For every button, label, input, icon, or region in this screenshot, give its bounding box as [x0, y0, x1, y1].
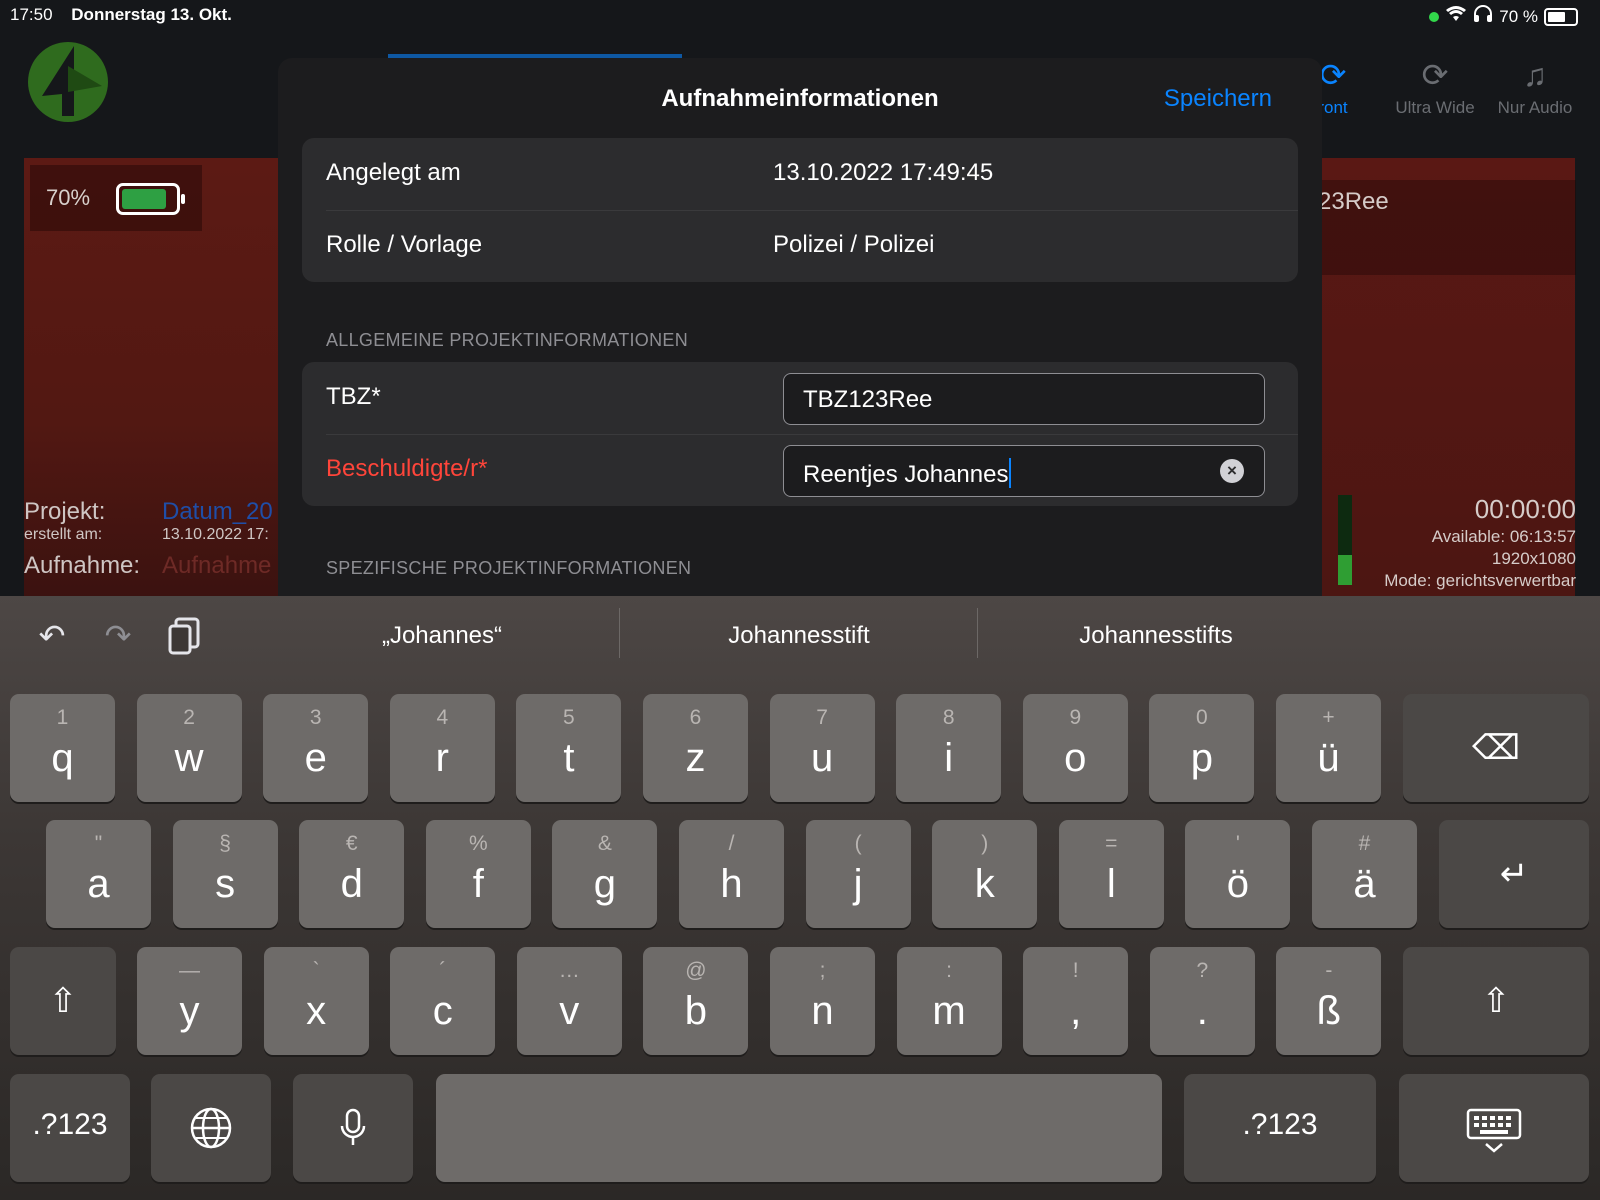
- key-row3-5[interactable]: ; n: [770, 947, 875, 1055]
- key-row2-2[interactable]: € d: [299, 820, 405, 928]
- shift-key-right[interactable]: ⇧: [1403, 947, 1589, 1055]
- onscreen-keyboard: ↶ ↷ „Johannes“ Johannesstift Johannessti…: [0, 596, 1600, 1200]
- return-icon: ↵: [1499, 855, 1529, 893]
- globe-icon: [151, 1107, 271, 1159]
- shift-key-left[interactable]: ⇧: [10, 947, 116, 1055]
- key-row1-7[interactable]: 8i: [896, 694, 1002, 802]
- status-time: 17:50: [10, 5, 53, 24]
- project-info: Projekt: Datum_20 erstellt am: 13.10.202…: [24, 498, 273, 579]
- status-bar: 17:50 Donnerstag 13. Okt. 70 %: [0, 0, 1600, 30]
- battery-percent: 70 %: [1499, 6, 1538, 26]
- suggestion-2[interactable]: Johannesstift: [629, 622, 969, 650]
- key-row3-3[interactable]: … v: [516, 947, 622, 1055]
- battery-icon: [116, 183, 185, 215]
- key-row2-1[interactable]: § s: [172, 820, 278, 928]
- space-bar[interactable]: [436, 1074, 1162, 1182]
- keyboard-dismiss-icon: [1399, 1108, 1589, 1163]
- recording-mode: Mode: gerichtsverwertbar: [1384, 571, 1576, 590]
- key-row2-5[interactable]: / h: [679, 820, 784, 928]
- resolution: 1920x1080: [1491, 549, 1576, 568]
- key-row2-0[interactable]: " a: [46, 820, 151, 928]
- numbers-key-left[interactable]: .?123: [10, 1074, 130, 1182]
- tbz-input[interactable]: TBZ123Ree: [783, 373, 1265, 425]
- suggestion-1[interactable]: „Johannes“: [272, 622, 612, 650]
- shift-icon: ⇧: [48, 982, 78, 1020]
- globe-key[interactable]: [151, 1074, 271, 1182]
- backspace-key[interactable]: ⌫: [1403, 694, 1589, 802]
- row-created: Angelegt am 13.10.2022 17:49:45: [326, 159, 994, 186]
- suggestion-3[interactable]: Johannesstifts: [986, 622, 1326, 650]
- hide-keyboard-key[interactable]: [1399, 1074, 1589, 1182]
- key-row1-9[interactable]: 0p: [1149, 694, 1255, 802]
- privacy-indicator-icon: [1429, 11, 1440, 22]
- key-row1-10[interactable]: + ü: [1276, 694, 1381, 802]
- tbz-label: TBZ*: [326, 383, 381, 410]
- section-header-general: ALLGEMEINE PROJEKTINFORMATIONEN: [326, 330, 689, 350]
- device-battery-box: 70%: [30, 165, 202, 231]
- row-accused: Beschuldigte/r* Reentjes Johannes ×: [302, 434, 1298, 506]
- row-tbz: TBZ* TBZ123Ree: [302, 362, 1298, 434]
- key-row1-3[interactable]: 4r: [389, 694, 495, 802]
- divider: [619, 608, 620, 658]
- wifi-icon: [1445, 6, 1467, 27]
- key-row3-7[interactable]: !,: [1023, 947, 1129, 1055]
- key-row1-8[interactable]: 9o: [1022, 694, 1128, 802]
- key-row1-5[interactable]: 6z: [643, 694, 748, 802]
- tbz-preview-box: 23Ree: [1318, 180, 1576, 275]
- sheet-header: Aufnahmeinformationen Speichern: [278, 58, 1322, 138]
- status-date: Donnerstag 13. Okt.: [71, 5, 232, 24]
- key-row3-8[interactable]: ?.: [1149, 947, 1255, 1055]
- key-row3-0[interactable]: — y: [137, 947, 242, 1055]
- headphones-icon: [1473, 5, 1493, 28]
- backspace-icon: ⌫: [1471, 729, 1521, 767]
- battery-icon: [1544, 7, 1578, 26]
- key-row2-9[interactable]: ' ö: [1185, 820, 1291, 928]
- key-row2-6[interactable]: (j: [805, 820, 911, 928]
- info-group: Angelegt am 13.10.2022 17:49:45 Rolle / …: [302, 138, 1298, 282]
- available-time: Available: 06:13:57: [1431, 527, 1576, 546]
- key-row1-1[interactable]: 2w: [136, 694, 242, 802]
- microphone-wave-icon: ♫: [1523, 57, 1547, 93]
- key-row3-2[interactable]: ´ c: [390, 947, 496, 1055]
- app-logo: [22, 36, 114, 128]
- audio-level-meter: [1338, 495, 1352, 585]
- redo-icon[interactable]: ↷: [96, 614, 140, 658]
- key-row2-7[interactable]: ) k: [932, 820, 1038, 928]
- camera-rotate-icon: ⟳: [1421, 57, 1449, 93]
- shift-icon: ⇧: [1481, 982, 1511, 1020]
- return-key[interactable]: ↵: [1439, 820, 1589, 928]
- key-row2-4[interactable]: & g: [552, 820, 658, 928]
- paste-icon[interactable]: [162, 614, 206, 658]
- key-row2-3[interactable]: % f: [425, 820, 531, 928]
- numbers-key-right[interactable]: .?123: [1184, 1074, 1376, 1182]
- divider: [977, 608, 978, 658]
- undo-icon[interactable]: ↶: [30, 614, 74, 658]
- key-row3-9[interactable]: -ß: [1276, 947, 1382, 1055]
- key-row1-6[interactable]: 7u: [769, 694, 875, 802]
- key-row1-4[interactable]: 5t: [516, 694, 622, 802]
- accused-input[interactable]: Reentjes Johannes ×: [783, 445, 1265, 497]
- key-row3-6[interactable]: :m: [896, 947, 1002, 1055]
- dictation-key[interactable]: [293, 1074, 413, 1182]
- key-row2-10[interactable]: # ä: [1312, 820, 1417, 928]
- accused-label: Beschuldigte/r*: [326, 455, 488, 482]
- row-role-template: Rolle / Vorlage Polizei / Polizei: [326, 231, 935, 258]
- key-row1-0[interactable]: 1q: [10, 694, 115, 802]
- key-row1-2[interactable]: 3e: [263, 694, 369, 802]
- clear-input-icon[interactable]: ×: [1220, 459, 1244, 483]
- camera-mode-audio-only[interactable]: ♫ Nur Audio: [1487, 52, 1583, 118]
- save-button[interactable]: Speichern: [1164, 85, 1272, 113]
- key-row3-4[interactable]: @ b: [643, 947, 749, 1055]
- microphone-icon: [293, 1108, 413, 1157]
- section-header-specific: SPEZIFISCHE PROJEKTINFORMATIONEN: [326, 558, 692, 578]
- keyboard-shortcut-bar: ↶ ↷ „Johannes“ Johannesstift Johannessti…: [0, 596, 1600, 676]
- key-row3-1[interactable]: ` x: [263, 947, 369, 1055]
- recording-timer: 00:00:00: [1474, 494, 1576, 524]
- text-caret: [1009, 458, 1012, 488]
- recording-info-sheet: Aufnahmeinformationen Speichern Angelegt…: [278, 58, 1322, 600]
- recording-stats: 00:00:00 Available: 06:13:57 1920x1080 M…: [1384, 492, 1576, 592]
- key-row2-8[interactable]: = l: [1058, 820, 1164, 928]
- general-info-group: TBZ* TBZ123Ree Beschuldigte/r* Reentjes …: [302, 362, 1298, 506]
- camera-mode-ultra-wide[interactable]: ⟳ Ultra Wide: [1387, 52, 1483, 118]
